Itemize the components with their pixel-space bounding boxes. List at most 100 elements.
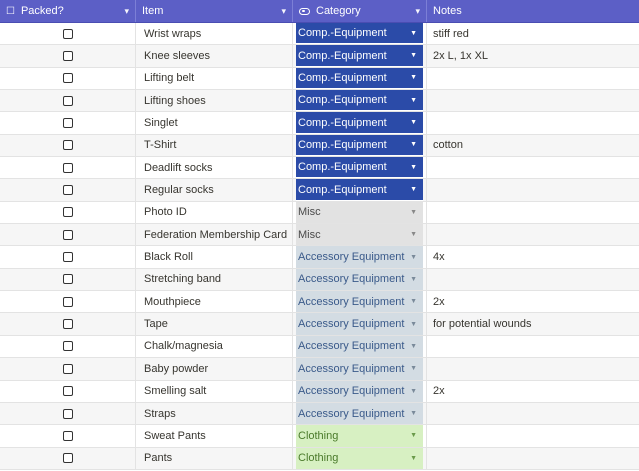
dropdown-arrow-icon[interactable]: ▼ xyxy=(410,119,417,126)
column-header-category[interactable]: Category ▾ xyxy=(293,0,427,22)
dropdown-arrow-icon[interactable]: ▼ xyxy=(410,74,417,81)
notes-cell[interactable] xyxy=(427,336,639,357)
item-cell[interactable]: T-Shirt xyxy=(136,134,293,157)
item-cell[interactable]: Tape xyxy=(136,313,293,335)
item-cell[interactable]: Pants xyxy=(136,447,293,469)
dropdown-arrow-icon[interactable]: ▼ xyxy=(410,97,417,104)
dropdown-arrow-icon[interactable]: ▼ xyxy=(410,410,417,417)
dropdown-arrow-icon[interactable]: ▼ xyxy=(410,52,417,59)
category-select[interactable]: Comp.-Equipment ▼ xyxy=(296,90,423,112)
category-select[interactable]: Clothing ▼ xyxy=(296,425,423,447)
category-select[interactable]: Accessory Equipment ▼ xyxy=(296,335,423,358)
item-cell[interactable]: Singlet xyxy=(136,112,293,134)
packed-checkbox[interactable] xyxy=(62,319,73,330)
category-select[interactable]: Accessory Equipment ▼ xyxy=(296,358,423,380)
packed-checkbox[interactable] xyxy=(62,341,73,352)
category-select[interactable]: Clothing ▼ xyxy=(296,447,423,469)
item-cell[interactable]: Regular socks xyxy=(136,179,293,201)
item-cell[interactable]: Stretching band xyxy=(136,268,293,291)
category-cell[interactable]: Accessory Equipment ▼ xyxy=(293,291,427,313)
category-cell[interactable]: Comp.-Equipment ▼ xyxy=(293,23,427,45)
category-cell[interactable]: Misc ▼ xyxy=(293,201,427,224)
dropdown-arrow-icon[interactable]: ▼ xyxy=(410,276,417,283)
dropdown-arrow-icon[interactable]: ▼ xyxy=(410,30,417,37)
notes-cell[interactable] xyxy=(427,202,639,223)
notes-cell[interactable] xyxy=(427,157,639,178)
packed-checkbox[interactable] xyxy=(62,185,73,196)
notes-cell[interactable]: 2x xyxy=(427,291,639,312)
category-cell[interactable]: Accessory Equipment ▼ xyxy=(293,380,427,402)
category-cell[interactable]: Clothing ▼ xyxy=(293,447,427,469)
category-cell[interactable]: Comp.-Equipment ▼ xyxy=(293,67,427,90)
item-cell[interactable]: Baby powder xyxy=(136,358,293,380)
category-select[interactable]: Comp.-Equipment ▼ xyxy=(296,157,423,179)
category-select[interactable]: Misc ▼ xyxy=(296,201,423,224)
packed-checkbox[interactable] xyxy=(62,118,73,129)
dropdown-arrow-icon[interactable]: ▼ xyxy=(410,141,417,148)
chevron-down-icon[interactable]: ▾ xyxy=(415,6,420,17)
category-select[interactable]: Accessory Equipment ▼ xyxy=(296,291,423,313)
packed-checkbox[interactable] xyxy=(62,207,73,218)
packed-checkbox[interactable] xyxy=(62,51,73,62)
category-cell[interactable]: Accessory Equipment ▼ xyxy=(293,246,427,268)
category-cell[interactable]: Accessory Equipment ▼ xyxy=(293,335,427,358)
category-cell[interactable]: Comp.-Equipment ▼ xyxy=(293,112,427,134)
item-cell[interactable]: Wrist wraps xyxy=(136,23,293,45)
packed-checkbox[interactable] xyxy=(62,363,73,374)
chevron-down-icon[interactable]: ▾ xyxy=(124,6,129,17)
notes-cell[interactable]: cotton xyxy=(427,135,639,156)
category-select[interactable]: Accessory Equipment ▼ xyxy=(296,313,423,335)
category-cell[interactable]: Misc ▼ xyxy=(293,224,427,246)
category-select[interactable]: Comp.-Equipment ▼ xyxy=(296,134,423,157)
chevron-down-icon[interactable]: ▾ xyxy=(281,6,286,17)
category-select[interactable]: Accessory Equipment ▼ xyxy=(296,246,423,268)
category-cell[interactable]: Clothing ▼ xyxy=(293,425,427,447)
notes-cell[interactable] xyxy=(427,358,639,379)
notes-cell[interactable] xyxy=(427,269,639,290)
notes-cell[interactable] xyxy=(427,179,639,200)
category-cell[interactable]: Accessory Equipment ▼ xyxy=(293,313,427,335)
category-cell[interactable]: Accessory Equipment ▼ xyxy=(293,358,427,380)
column-header-notes[interactable]: Notes xyxy=(427,0,639,22)
item-cell[interactable]: Lifting shoes xyxy=(136,90,293,112)
dropdown-arrow-icon[interactable]: ▼ xyxy=(410,432,417,439)
notes-cell[interactable] xyxy=(427,90,639,111)
dropdown-arrow-icon[interactable]: ▼ xyxy=(410,254,417,261)
notes-cell[interactable]: 2x xyxy=(427,381,639,402)
category-select[interactable]: Accessory Equipment ▼ xyxy=(296,380,423,402)
item-cell[interactable]: Lifting belt xyxy=(136,67,293,90)
category-cell[interactable]: Accessory Equipment ▼ xyxy=(293,402,427,425)
category-select[interactable]: Accessory Equipment ▼ xyxy=(296,402,423,425)
dropdown-arrow-icon[interactable]: ▼ xyxy=(410,321,417,328)
notes-cell[interactable]: 4x xyxy=(427,246,639,267)
category-select[interactable]: Accessory Equipment ▼ xyxy=(296,268,423,291)
column-header-item[interactable]: Item ▾ xyxy=(136,0,293,22)
packed-checkbox[interactable] xyxy=(62,73,73,84)
category-select[interactable]: Comp.-Equipment ▼ xyxy=(296,67,423,90)
packed-checkbox[interactable] xyxy=(62,386,73,397)
packed-checkbox[interactable] xyxy=(62,296,73,307)
packed-checkbox[interactable] xyxy=(62,430,73,441)
item-cell[interactable]: Straps xyxy=(136,402,293,425)
packed-checkbox[interactable] xyxy=(62,162,73,173)
item-cell[interactable]: Black Roll xyxy=(136,246,293,268)
item-cell[interactable]: Chalk/magnesia xyxy=(136,335,293,358)
category-cell[interactable]: Comp.-Equipment ▼ xyxy=(293,179,427,201)
notes-cell[interactable]: for potential wounds xyxy=(427,313,639,334)
dropdown-arrow-icon[interactable]: ▼ xyxy=(410,209,417,216)
item-cell[interactable]: Federation Membership Card xyxy=(136,224,293,246)
packed-checkbox[interactable] xyxy=(62,95,73,106)
category-cell[interactable]: Comp.-Equipment ▼ xyxy=(293,157,427,179)
category-select[interactable]: Comp.-Equipment ▼ xyxy=(296,112,423,134)
notes-cell[interactable]: 2x L, 1x XL xyxy=(427,45,639,66)
dropdown-arrow-icon[interactable]: ▼ xyxy=(410,365,417,372)
notes-cell[interactable] xyxy=(427,224,639,245)
category-select[interactable]: Misc ▼ xyxy=(296,224,423,246)
category-select[interactable]: Comp.-Equipment ▼ xyxy=(296,179,423,201)
dropdown-arrow-icon[interactable]: ▼ xyxy=(410,298,417,305)
category-select[interactable]: Comp.-Equipment ▼ xyxy=(296,23,423,45)
dropdown-arrow-icon[interactable]: ▼ xyxy=(410,164,417,171)
category-select[interactable]: Comp.-Equipment ▼ xyxy=(296,45,423,67)
category-cell[interactable]: Accessory Equipment ▼ xyxy=(293,268,427,291)
dropdown-arrow-icon[interactable]: ▼ xyxy=(410,186,417,193)
